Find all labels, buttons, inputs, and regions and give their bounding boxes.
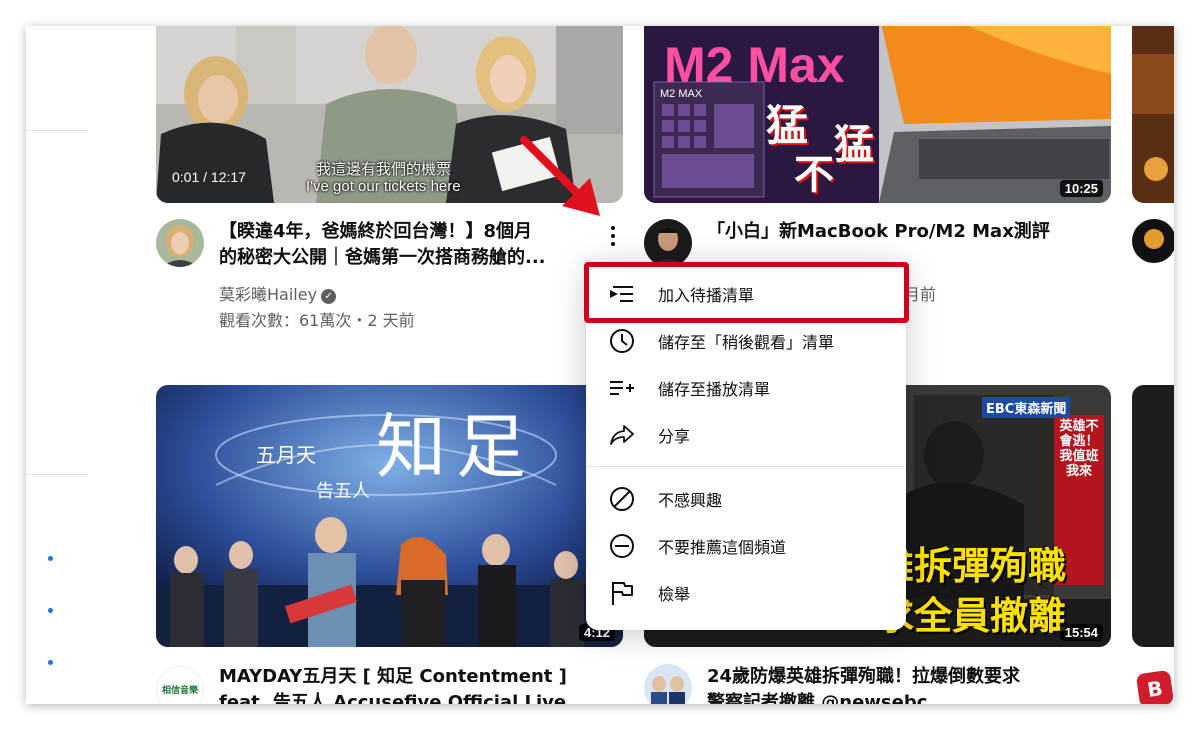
menu-divider [586,466,906,467]
channel-avatar-1[interactable] [156,219,204,267]
more-actions-button[interactable] [601,222,625,252]
menu-item-label: 不要推薦這個頻道 [658,537,787,557]
flag-icon [608,579,636,607]
channel-avatar-4[interactable] [644,664,692,704]
video-thumbnail-2[interactable]: M2 Max M2 MAX 猛 不 猛 10:25 [644,26,1111,203]
channel-logo-text: 相信音樂 [161,686,198,696]
caption-en: I've got our tickets here [306,178,461,195]
channel-avatar-2[interactable] [644,219,692,267]
thumb-feat: 告五人 [316,481,370,502]
title-line: MAYDAY五月天 [ 知足 Contentment ] [219,666,567,687]
video-title-2[interactable]: 「小白」新MacBook Pro/M2 Max測評 [707,219,1107,245]
video-stats-2: 月前 [904,285,937,304]
thumb-title-art: 知足 [376,406,536,488]
thumb-cn-3: 猛 [834,122,874,168]
video-stats-1: 觀看次數：61萬次・2 天前 [219,311,415,330]
video-title-1[interactable]: 【睽違4年，爸媽終於回台灣！】8個月 的秘密大公開｜爸媽第一次搭商務艙的... [219,219,589,271]
verified-icon: ✓ [321,289,337,304]
menu-item-label: 分享 [658,426,691,446]
channel-name-1[interactable]: 莫彩曦Hailey ✓ [219,281,337,305]
video-title-4[interactable]: 24歲防爆英雄拆彈殉職！拉爆倒數要求 警察記者撤離 @newsebc [707,664,1107,704]
sidebar-divider [26,130,88,131]
clock-icon [608,327,636,355]
caption-zh: 我這邊有我們的機票 [316,161,452,178]
add-to-queue-icon [608,280,636,308]
playlist-add-icon [608,374,636,402]
menu-item-not-interested[interactable]: 不感興趣 [586,475,906,522]
video-thumbnail-partial-2[interactable] [1132,385,1174,647]
menu-item-label: 加入待播清單 [658,285,755,305]
menu-item-label: 不感興趣 [658,490,723,510]
menu-item-dont-recommend-channel[interactable]: 不要推薦這個頻道 [586,522,906,569]
menu-item-label: 儲存至播放清單 [658,379,771,399]
sidebar-bullet[interactable] [48,660,53,665]
thumb-chip-label: M2 MAX [660,88,703,100]
share-icon [608,421,636,449]
menu-item-label: 檢舉 [658,584,691,604]
channel-badge-icon[interactable]: B [1135,669,1174,704]
title-line: 警察記者撤離 @newsebc [707,692,928,704]
channel-name-text: 莫彩曦Hailey [219,285,318,304]
annotation-arrow-icon [520,136,600,216]
menu-item-label: 儲存至「稍後觀看」清單 [658,332,835,352]
thumb-artist: 五月天 [256,443,316,467]
menu-item-save-to-playlist[interactable]: 儲存至播放清單 [586,364,906,411]
sidebar-bullet[interactable] [48,608,53,613]
title-line: 【睽違4年，爸媽終於回台灣！】8個月 [219,221,533,242]
thumb-side-banner: 英雄不會逃！我值班我來 [1059,419,1099,479]
remove-channel-icon [608,532,636,560]
menu-item-share[interactable]: 分享 [586,411,906,458]
thumb-cn-2: 不 [794,152,834,198]
video-title-3[interactable]: MAYDAY五月天 [ 知足 Contentment ] feat. 告五人 A… [219,664,589,704]
channel-avatar-partial[interactable] [1132,219,1174,263]
playback-time: 0:01 / 12:17 [172,169,246,185]
menu-item-watch-later[interactable]: 儲存至「稍後觀看」清單 [586,317,906,364]
not-interested-icon [608,485,636,513]
sidebar-divider [26,474,88,475]
thumb-headline: M2 Max [664,37,845,93]
channel-avatar-3[interactable]: 相信音樂 [156,666,204,704]
video-duration: 10:25 [1059,180,1103,197]
title-line: 24歲防爆英雄拆彈殉職！拉爆倒數要求 [707,666,1021,687]
title-line: 的秘密大公開｜爸媽第一次搭商務艙的... [219,247,546,268]
video-context-menu: 加入待播清單 儲存至「稍後觀看」清單 儲存至播放清單 分享 不感興趣 不要推薦這… [586,262,906,630]
video-thumbnail-3[interactable]: 知足 五月天 告五人 4:12 [156,385,623,647]
title-line: feat. 告五人 Accusefive Official Live [219,692,567,704]
menu-item-add-to-queue[interactable]: 加入待播清單 [586,270,906,317]
video-thumbnail-partial[interactable] [1132,26,1174,203]
menu-item-report[interactable]: 檢舉 [586,569,906,616]
thumb-news-logo: EBC東森新聞 [982,397,1071,418]
video-duration: 15:54 [1059,624,1103,641]
sidebar-bullet[interactable] [48,556,53,561]
